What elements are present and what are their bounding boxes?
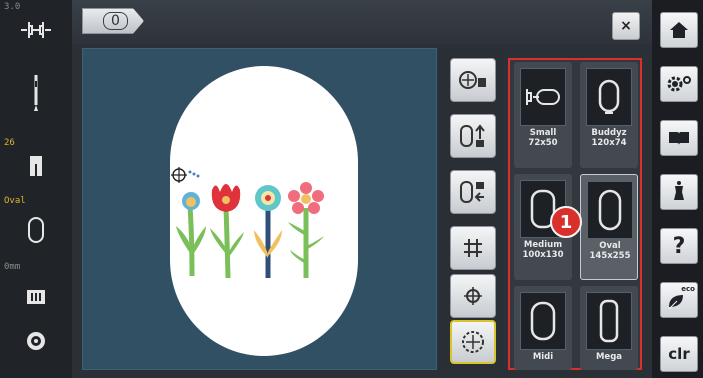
grid-icon: [464, 239, 482, 257]
hoop-small-icon: [520, 68, 566, 126]
hoop-size: 120x74: [591, 138, 627, 148]
eco-label: eco: [681, 285, 695, 293]
hoop-oval-icon[interactable]: [0, 210, 72, 250]
title-bar: 0 ×: [72, 0, 652, 44]
needle-position-icon: [171, 167, 200, 183]
hoop-card-small[interactable]: Small 72x50: [514, 62, 572, 168]
home-button[interactable]: [660, 12, 698, 48]
setup-button[interactable]: [660, 66, 698, 102]
hoop-card-mega[interactable]: Mega: [580, 286, 638, 370]
clear-button[interactable]: clr: [660, 336, 698, 372]
hoop-move-up-icon: [460, 124, 485, 147]
hoop-move-up-button[interactable]: [450, 114, 496, 158]
hoop-tools: [442, 48, 504, 370]
hoop-oval-large-icon: [587, 181, 633, 239]
crosshair-icon: [464, 287, 482, 305]
hoop-card-midi[interactable]: Midi: [514, 286, 572, 370]
hoop-counter-tab[interactable]: 0: [82, 8, 144, 34]
help-button[interactable]: ?: [660, 228, 698, 264]
hoop-card-oval[interactable]: Oval 145x255: [580, 174, 638, 280]
hoop-size: 100x130: [522, 250, 564, 260]
embroidery-preview: [82, 48, 437, 370]
main-screen: 0 × Small 72x50 Buddyz 120x74 Medium 100…: [72, 0, 652, 378]
stitch-length-value: 26: [4, 138, 15, 148]
stitch-plate-icon[interactable]: [0, 16, 72, 44]
tutorial-button[interactable]: [660, 120, 698, 156]
hoop-name: Midi: [532, 352, 554, 362]
hoop-size: 145x255: [589, 251, 631, 261]
hoop-buddyz-icon: [586, 68, 632, 126]
bobbin-icon[interactable]: [0, 326, 72, 356]
hoop-name: Buddyz: [591, 128, 627, 138]
eco-button[interactable]: eco: [660, 282, 698, 318]
book-icon: [669, 132, 689, 145]
center-mark-button[interactable]: [450, 274, 496, 318]
callout-marker: 1: [550, 206, 582, 238]
counter-value: 0: [103, 12, 128, 30]
feed-dog-icon[interactable]: [0, 282, 72, 312]
status-bar: 3.0 26 Oval 0mm: [0, 0, 72, 378]
hoop-mega-icon: [586, 292, 632, 350]
needle-icon[interactable]: [0, 70, 72, 120]
grid-button[interactable]: [450, 226, 496, 270]
distance-value: 0mm: [4, 262, 21, 272]
flower-design[interactable]: [170, 166, 330, 316]
hoop-name: Medium: [523, 240, 563, 250]
gear-icon: [667, 76, 691, 92]
trace-button[interactable]: [450, 320, 496, 364]
hoop-name: Small: [529, 128, 557, 138]
hoop-midi-icon: [520, 292, 566, 350]
presser-foot-icon[interactable]: [0, 148, 72, 184]
hoop-move-back-icon: [460, 181, 484, 203]
trace-icon: [462, 331, 484, 353]
close-button[interactable]: ×: [612, 12, 640, 40]
function-bar: ? eco clr: [652, 0, 703, 378]
hoop-size: 72x50: [528, 138, 558, 148]
hoop-name-label: Oval: [4, 196, 26, 206]
hoop-center-icon: [459, 71, 486, 89]
home-icon: [670, 22, 688, 38]
hoop-card-buddyz[interactable]: Buddyz 120x74: [580, 62, 638, 168]
hoop-center-button[interactable]: [450, 58, 496, 102]
sewing-consultant-button[interactable]: [660, 174, 698, 210]
hoop-name: Mega: [595, 352, 623, 362]
hoop-move-back-button[interactable]: [450, 170, 496, 214]
hoop-name: Oval: [599, 241, 621, 251]
stitch-width-value: 3.0: [4, 2, 21, 12]
dress-form-icon: [674, 181, 684, 200]
